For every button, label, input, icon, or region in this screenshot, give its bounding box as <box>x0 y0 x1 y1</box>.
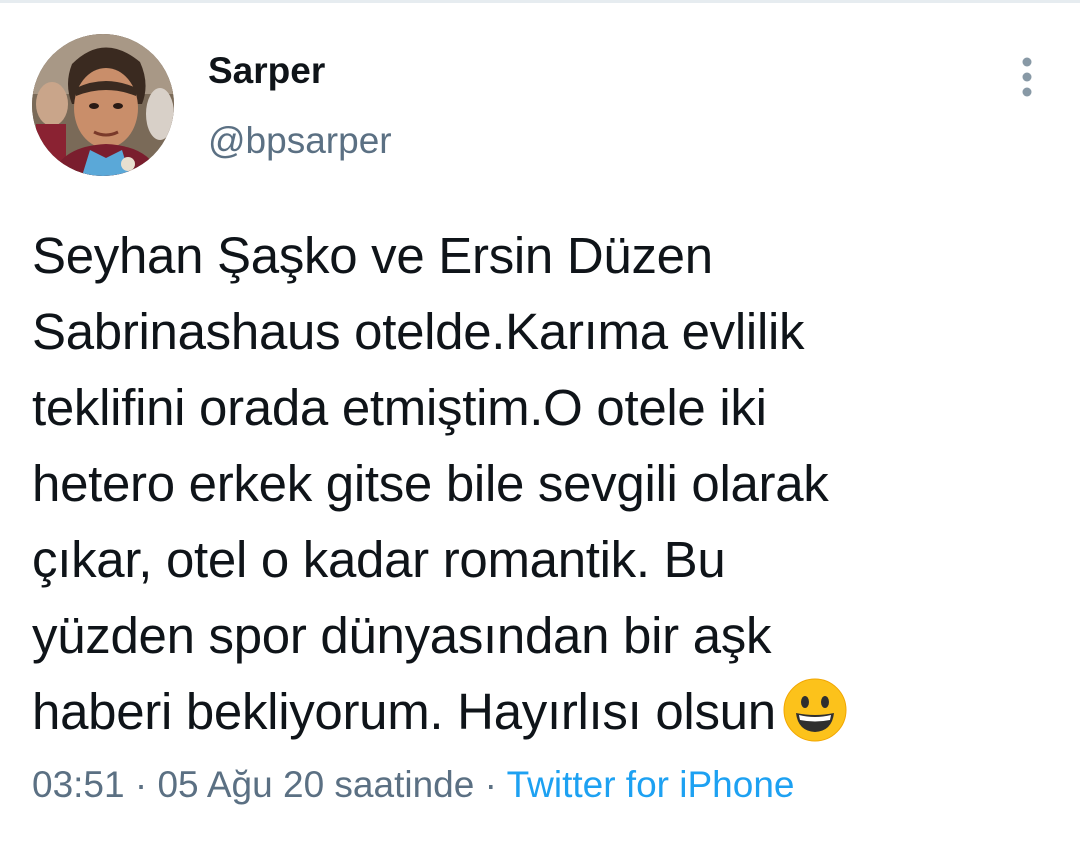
tweet-text-line: yüzden spor dünyasından bir aşk <box>32 607 772 664</box>
tweet-time: 03:51 <box>32 764 125 805</box>
tweet-card: Sarper @bpsarper Seyhan Şaşko ve Ersin D… <box>0 0 1080 843</box>
grinning-face-icon <box>783 678 847 742</box>
tweet-source-link[interactable]: Twitter for iPhone <box>507 764 795 805</box>
tweet-text: Seyhan Şaşko ve Ersin Düzen Sabrinashaus… <box>32 218 1042 750</box>
meta-separator: · <box>134 764 148 805</box>
tweet-text-line: Seyhan Şaşko ve Ersin Düzen <box>32 227 713 284</box>
tweet-text-line: haberi bekliyorum. Hayırlısı olsun <box>32 683 776 740</box>
profile-photo <box>32 34 174 176</box>
tweet-date: 05 Ağu 20 saatinde <box>157 764 475 805</box>
more-options-button[interactable] <box>1008 56 1046 98</box>
tweet-text-line: teklifini orada etmiştim.O otele iki <box>32 379 767 436</box>
user-handle[interactable]: @bpsarper <box>208 122 392 159</box>
tweet-metadata: 03:51 · 05 Ağu 20 saatinde · Twitter for… <box>32 766 794 803</box>
more-vertical-icon <box>1022 57 1032 97</box>
meta-separator: · <box>484 764 497 805</box>
tweet-text-line: hetero erkek gitse bile sevgili olarak <box>32 455 829 512</box>
display-name[interactable]: Sarper <box>208 52 325 89</box>
tweet-text-line: çıkar, otel o kadar romantik. Bu <box>32 531 726 588</box>
tweet-text-line-last: haberi bekliyorum. Hayırlısı olsun <box>32 674 1042 750</box>
tweet-text-line: Sabrinashaus otelde.Karıma evlilik <box>32 303 805 360</box>
avatar[interactable] <box>32 34 174 176</box>
